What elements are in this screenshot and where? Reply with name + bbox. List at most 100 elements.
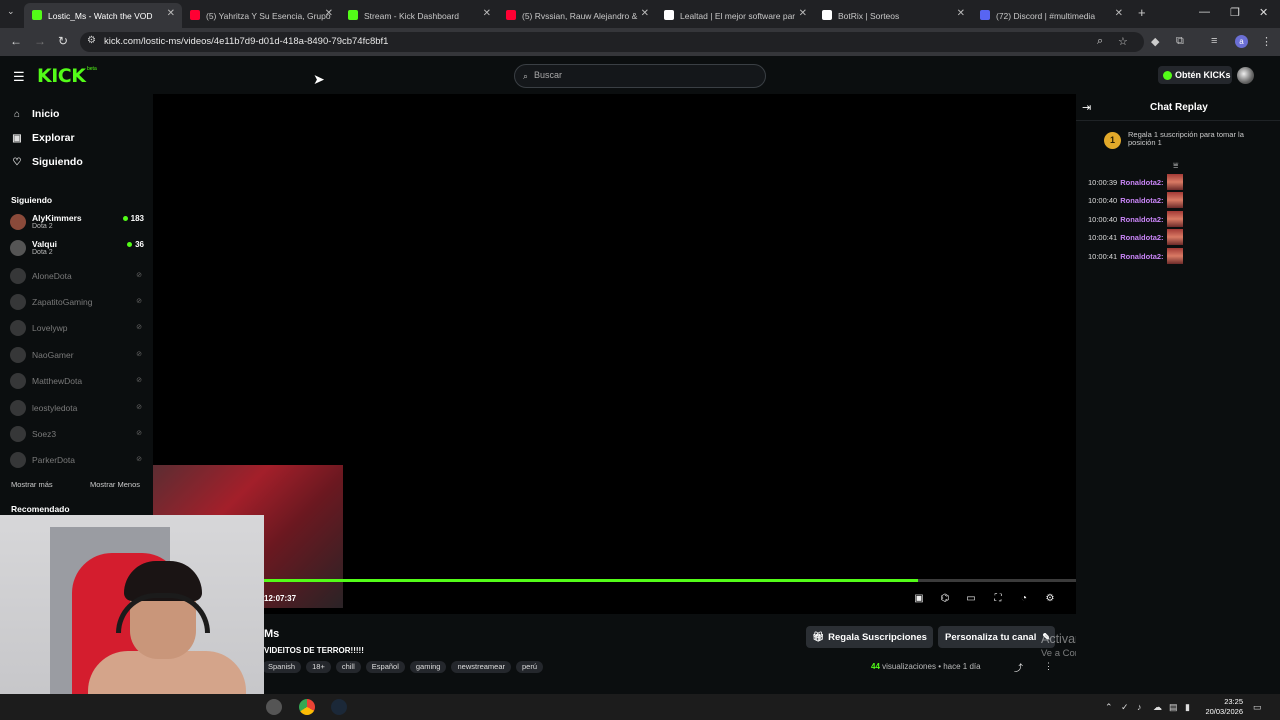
hamburger-menu-icon[interactable]: ☰: [13, 69, 25, 85]
tag[interactable]: gaming: [409, 661, 447, 673]
tray-app-icon[interactable]: ✓: [1121, 702, 1129, 713]
playback-speed-icon[interactable]: ◔: [1017, 593, 1031, 604]
tag[interactable]: perú: [516, 661, 544, 673]
tab-close-icon[interactable]: ✕: [325, 8, 333, 19]
sidebar-channel-offline[interactable]: MatthewDota ⊘: [10, 371, 144, 393]
taskbar-app-icon[interactable]: [266, 699, 282, 715]
new-tab-icon[interactable]: +: [1138, 5, 1146, 20]
chat-message[interactable]: 10:00:39 Ronaldota2:: [1088, 174, 1183, 190]
extensions-puzzle-icon[interactable]: ⧉: [1176, 35, 1184, 48]
clock-date[interactable]: 20/03/2026: [1201, 707, 1243, 716]
sidebar-nav-siguiendo[interactable]: ♡ Siguiendo: [11, 156, 83, 168]
sidebar-nav-explorar[interactable]: ▣ Explorar: [11, 132, 74, 144]
bookmark-star-icon[interactable]: ☆: [1118, 35, 1128, 48]
sidebar-nav-inicio[interactable]: ⌂ Inicio: [11, 108, 59, 120]
search-box[interactable]: ⌕: [514, 64, 766, 88]
clock-time[interactable]: 23:25: [1203, 697, 1243, 706]
chat-username[interactable]: Ronaldota2:: [1120, 178, 1163, 187]
clip-icon[interactable]: ⌬: [938, 593, 952, 604]
browser-tab[interactable]: Lostic_Ms - Watch the VOD ✕: [24, 3, 182, 28]
share-icon[interactable]: ⤴: [1014, 661, 1023, 674]
tray-overflow-icon[interactable]: ⌃: [1105, 702, 1113, 713]
chat-username[interactable]: Ronaldota2:: [1120, 252, 1163, 261]
theater-mode-icon[interactable]: ▭: [964, 593, 978, 604]
window-close-icon[interactable]: ✕: [1259, 6, 1268, 19]
sub-leaderboard-text[interactable]: Regala 1 suscripción para tomar la posic…: [1128, 131, 1258, 147]
fullscreen-icon[interactable]: ⛶: [991, 593, 1005, 604]
tag[interactable]: 18+: [306, 661, 331, 673]
browser-profile-avatar[interactable]: a: [1235, 35, 1248, 48]
chat-filter-icon[interactable]: ⩸: [1173, 160, 1178, 171]
volume-icon[interactable]: ♪: [1137, 702, 1142, 712]
gift-subs-button[interactable]: 🎁︎ Regala Suscripciones: [806, 626, 933, 648]
extension-diamond-icon[interactable]: ◆: [1151, 35, 1159, 48]
user-avatar[interactable]: [1237, 67, 1254, 84]
browser-tab[interactable]: Stream - Kick Dashboard ✕: [340, 3, 498, 28]
tag[interactable]: Español: [365, 661, 405, 673]
browser-tab[interactable]: Lealtad | El mejor software par ✕: [656, 3, 814, 28]
miniplayer-icon[interactable]: ▣: [912, 593, 926, 604]
browser-menu-icon[interactable]: ⋮: [1261, 35, 1272, 48]
settings-gear-icon[interactable]: ⚙: [1043, 593, 1057, 604]
sidebar-channel-offline[interactable]: leostyledota ⊘: [10, 398, 144, 420]
sidebar-channel-offline[interactable]: NaoGamer ⊘: [10, 345, 144, 367]
chat-username[interactable]: Ronaldota2:: [1120, 233, 1163, 242]
customize-channel-button[interactable]: Personaliza tu canal ✎: [938, 626, 1055, 648]
more-options-icon[interactable]: ⋮: [1044, 661, 1053, 672]
channel-name: leostyledota: [32, 403, 78, 413]
chat-message[interactable]: 10:00:41 Ronaldota2:: [1088, 248, 1183, 264]
chat-username[interactable]: Ronaldota2:: [1120, 215, 1163, 224]
sidebar-channel-offline[interactable]: Lovelywp ⊘: [10, 318, 144, 340]
browser-tab[interactable]: (5) Rvssian, Rauw Alejandro & ✕: [498, 3, 656, 28]
tag[interactable]: Spanish: [262, 661, 302, 673]
forward-icon[interactable]: →: [34, 34, 46, 48]
chrome-icon[interactable]: [299, 699, 315, 715]
get-kicks-button[interactable]: Obtén KICKs: [1158, 66, 1232, 84]
tab-close-icon[interactable]: ✕: [483, 8, 491, 19]
progress-bar[interactable]: [264, 579, 1076, 582]
site-info-icon[interactable]: ⚙: [87, 35, 96, 46]
chat-message[interactable]: 10:00:40 Ronaldota2:: [1088, 211, 1183, 227]
channel-title[interactable]: Ms: [264, 628, 279, 640]
tab-close-icon[interactable]: ✕: [167, 8, 175, 19]
zoom-icon[interactable]: ⌕: [1097, 35, 1103, 48]
collapse-chat-icon[interactable]: ⇥: [1082, 101, 1091, 114]
restore-icon[interactable]: ❐: [1230, 6, 1240, 19]
back-icon[interactable]: ←: [10, 34, 22, 48]
network-icon[interactable]: ▤: [1169, 702, 1178, 713]
reload-icon[interactable]: ↻: [58, 34, 68, 48]
browser-tab[interactable]: (72) Discord | #multimedia ✕: [972, 3, 1130, 28]
minimize-icon[interactable]: —: [1199, 6, 1210, 18]
show-less-link[interactable]: Mostrar Menos: [90, 480, 140, 489]
tab-close-icon[interactable]: ✕: [957, 8, 965, 19]
search-input[interactable]: [534, 70, 754, 80]
tab-close-icon[interactable]: ✕: [641, 8, 649, 19]
chat-emote-image: [1166, 211, 1183, 227]
show-more-link[interactable]: Mostrar más: [11, 480, 53, 489]
tab-close-icon[interactable]: ✕: [1115, 8, 1123, 19]
chat-username[interactable]: Ronaldota2:: [1120, 196, 1163, 205]
views-label: visualizaciones: [882, 662, 936, 671]
steam-icon[interactable]: [331, 699, 347, 715]
sidebar-channel-offline[interactable]: Soez3 ⊘: [10, 424, 144, 446]
tag[interactable]: newstreamear: [451, 661, 512, 673]
chat-message[interactable]: 10:00:41 Ronaldota2:: [1088, 229, 1183, 245]
sidebar-channel-live[interactable]: Valqui Dota 2 36: [10, 238, 144, 260]
chat-message[interactable]: 10:00:40 Ronaldota2:: [1088, 192, 1183, 208]
sidebar-channel-offline[interactable]: AloneDota ⊘: [10, 266, 144, 288]
browser-tab[interactable]: (5) Yahritza Y Su Esencia, Grupo ✕: [182, 3, 340, 28]
sidebar-channel-live[interactable]: AlyKimmers Dota 2 183: [10, 212, 144, 234]
url-text[interactable]: kick.com/lostic-ms/videos/4e11b7d9-d01d-…: [104, 36, 388, 47]
tab-search-icon[interactable]: ⌄: [7, 6, 15, 17]
kick-logo[interactable]: KICK: [37, 65, 86, 87]
notifications-icon[interactable]: ▭: [1253, 702, 1262, 713]
tab-close-icon[interactable]: ✕: [799, 8, 807, 19]
tag[interactable]: chill: [335, 661, 361, 673]
battery-icon[interactable]: ▮: [1185, 702, 1190, 713]
tab-media-icon[interactable]: ≡: [1211, 35, 1217, 47]
browser-tab[interactable]: BotRix | Sorteos ✕: [814, 3, 972, 28]
address-bar[interactable]: ⚙ kick.com/lostic-ms/videos/4e11b7d9-d01…: [80, 32, 1144, 52]
sidebar-channel-offline[interactable]: ParkerDota ⊘: [10, 450, 144, 472]
sidebar-channel-offline[interactable]: ZapatitoGaming ⊘: [10, 292, 144, 314]
tray-cloud-icon[interactable]: ☁: [1153, 702, 1162, 713]
